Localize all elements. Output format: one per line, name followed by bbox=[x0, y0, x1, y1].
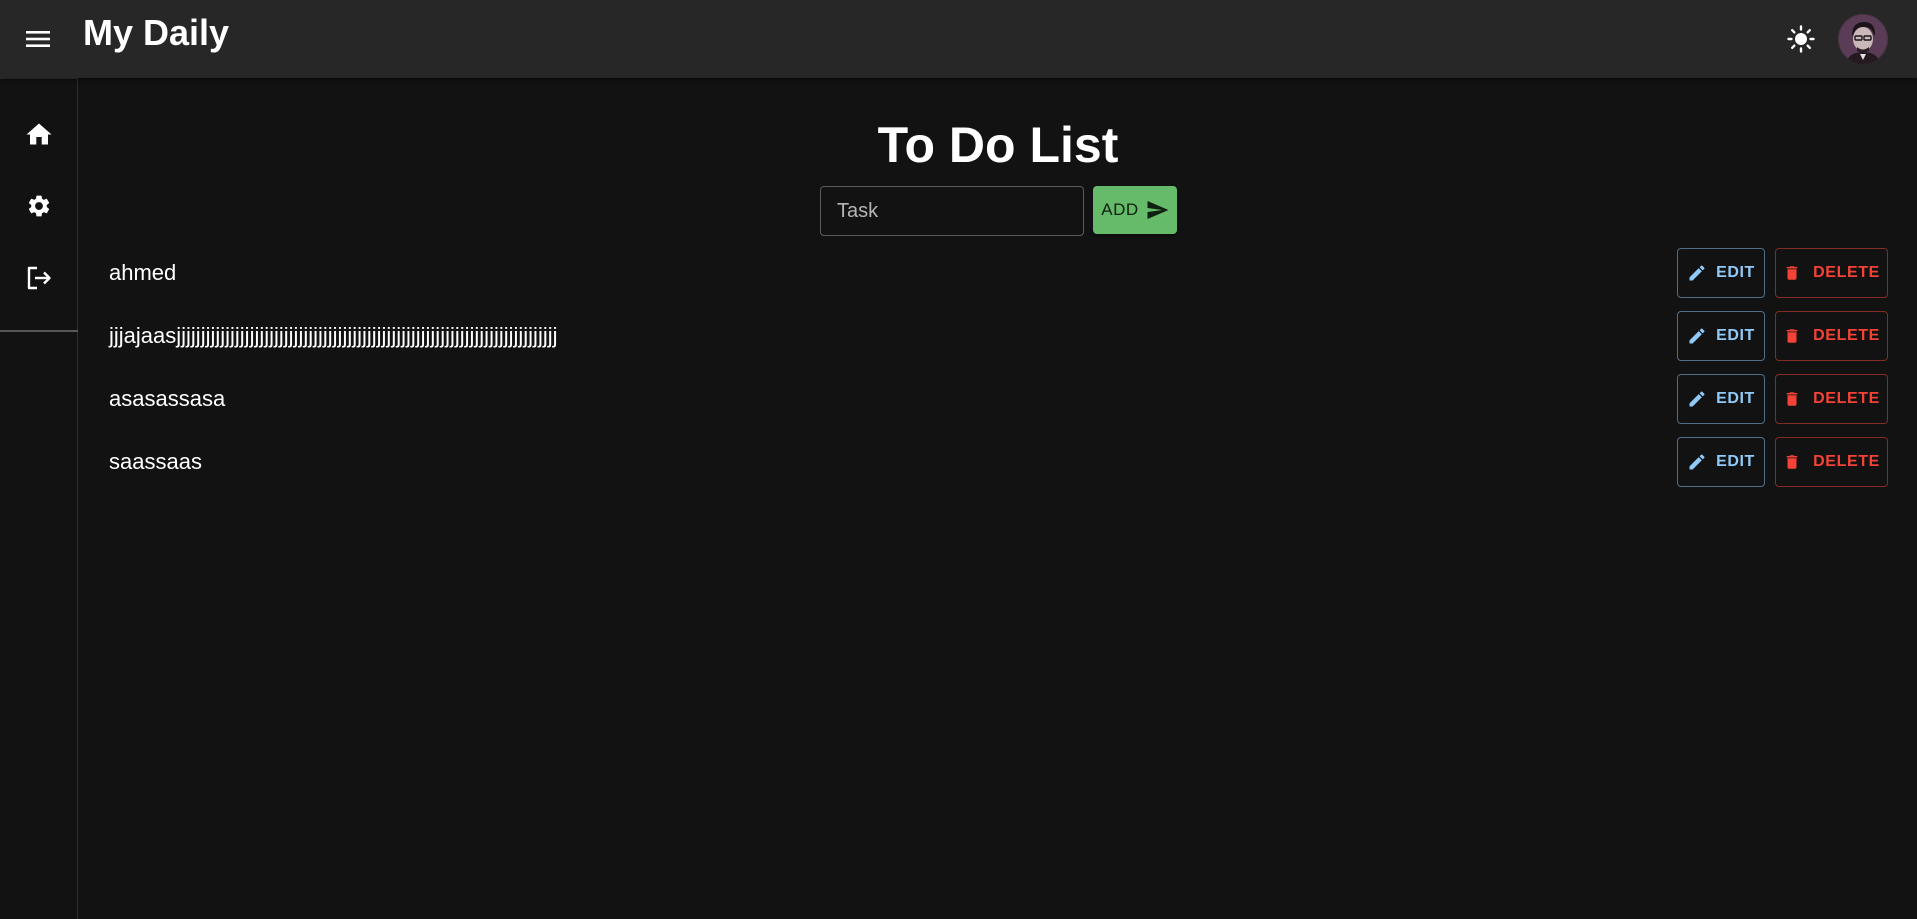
sidebar-bottom-divider bbox=[0, 330, 78, 332]
logout-icon bbox=[26, 265, 52, 291]
delete-task-button[interactable]: DELETE bbox=[1775, 311, 1888, 361]
task-row: saassaas EDIT DELETE bbox=[79, 437, 1917, 489]
sidebar-item-home[interactable] bbox=[0, 101, 78, 167]
sidebar bbox=[0, 78, 78, 919]
add-button-label: ADD bbox=[1101, 200, 1139, 219]
delete-label: DELETE bbox=[1813, 390, 1880, 407]
task-row: jjjajaasjjjjjjjjjjjjjjjjjjjjjjjjjjjjjjjj… bbox=[79, 311, 1917, 363]
task-input-field[interactable] bbox=[820, 186, 1084, 236]
home-icon bbox=[26, 122, 52, 146]
pencil-icon bbox=[1687, 452, 1707, 472]
trash-icon bbox=[1783, 263, 1801, 283]
theme-toggle-button[interactable] bbox=[1784, 22, 1818, 56]
trash-icon bbox=[1783, 389, 1801, 409]
pencil-icon bbox=[1687, 389, 1707, 409]
sun-icon bbox=[1787, 25, 1815, 53]
edit-label: EDIT bbox=[1716, 390, 1755, 407]
trash-icon bbox=[1783, 452, 1801, 472]
sidebar-top-divider bbox=[0, 78, 78, 79]
delete-task-button[interactable]: DELETE bbox=[1775, 374, 1888, 424]
pencil-icon bbox=[1687, 326, 1707, 346]
pencil-icon bbox=[1687, 263, 1707, 283]
app-title: My Daily bbox=[83, 12, 230, 53]
delete-label: DELETE bbox=[1813, 453, 1880, 470]
hamburger-menu-button[interactable] bbox=[20, 24, 56, 54]
edit-label: EDIT bbox=[1716, 453, 1755, 470]
task-text: jjjajaasjjjjjjjjjjjjjjjjjjjjjjjjjjjjjjjj… bbox=[109, 323, 558, 348]
edit-label: EDIT bbox=[1716, 327, 1755, 344]
edit-task-button[interactable]: EDIT bbox=[1677, 374, 1765, 424]
delete-label: DELETE bbox=[1813, 264, 1880, 281]
task-row: asasassasa EDIT DELETE bbox=[79, 374, 1917, 426]
edit-task-button[interactable]: EDIT bbox=[1677, 437, 1765, 487]
delete-task-button[interactable]: DELETE bbox=[1775, 437, 1888, 487]
edit-task-button[interactable]: EDIT bbox=[1677, 311, 1765, 361]
task-row: ahmed EDIT DELETE bbox=[79, 248, 1917, 300]
delete-label: DELETE bbox=[1813, 327, 1880, 344]
sidebar-item-settings[interactable] bbox=[0, 173, 78, 239]
send-icon bbox=[1147, 200, 1169, 220]
edit-label: EDIT bbox=[1716, 264, 1755, 281]
delete-task-button[interactable]: DELETE bbox=[1775, 248, 1888, 298]
add-task-button[interactable]: ADD bbox=[1093, 186, 1177, 234]
edit-task-button[interactable]: EDIT bbox=[1677, 248, 1765, 298]
sidebar-item-logout[interactable] bbox=[0, 245, 78, 311]
task-text: asasassasa bbox=[109, 386, 226, 411]
main-content: To Do List ADD ahmed EDIT DELETE jjjajaa… bbox=[79, 78, 1917, 919]
trash-icon bbox=[1783, 326, 1801, 346]
hamburger-menu-icon bbox=[25, 29, 51, 49]
app-bar: My Daily bbox=[0, 0, 1917, 78]
task-input[interactable] bbox=[821, 187, 1083, 235]
gear-icon bbox=[26, 193, 52, 219]
task-text: saassaas bbox=[109, 449, 202, 474]
task-text: ahmed bbox=[109, 260, 177, 285]
user-avatar[interactable] bbox=[1838, 14, 1888, 64]
page-title: To Do List bbox=[877, 117, 1119, 173]
